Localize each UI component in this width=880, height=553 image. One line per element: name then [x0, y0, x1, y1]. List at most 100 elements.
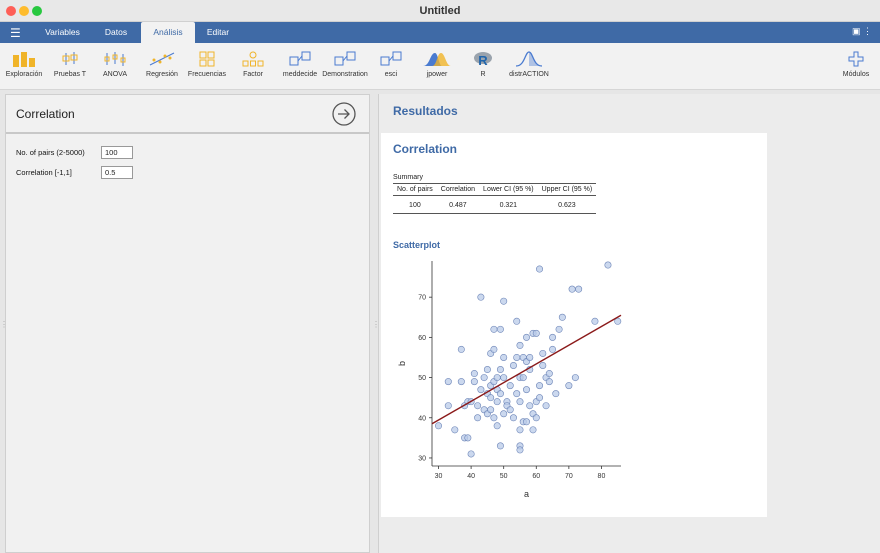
- x-tick-label: 50: [500, 473, 508, 480]
- modules-label: Módulos: [842, 71, 870, 78]
- y-axis-label: b: [397, 361, 407, 366]
- data-point: [549, 333, 557, 341]
- data-point: [490, 345, 498, 353]
- module-icon: [289, 51, 311, 66]
- table-row: 100 0.487 0.321 0.623: [393, 195, 597, 214]
- data-point: [493, 422, 501, 430]
- col-header: Upper CI (95 %): [537, 183, 597, 196]
- toolbar-label: R: [480, 71, 486, 78]
- data-point: [467, 450, 475, 458]
- toolbar-distraction[interactable]: distrACTION: [505, 51, 553, 87]
- toolbar-label: ANOVA: [103, 71, 127, 78]
- anova-icon: [104, 52, 126, 66]
- data-point: [500, 353, 508, 361]
- toolbar-exploration[interactable]: Exploración: [2, 51, 46, 87]
- modules-button[interactable]: Módulos: [838, 51, 874, 87]
- toolbar-label: Pruebas T: [53, 71, 87, 78]
- tab-editar[interactable]: Editar: [196, 22, 240, 43]
- analysis-title: Correlation: [393, 142, 458, 156]
- options-title: Correlation: [16, 107, 75, 121]
- jpower-icon: [423, 53, 451, 66]
- tab-analisis[interactable]: Análisis: [141, 22, 195, 43]
- svg-text:R: R: [478, 53, 488, 67]
- data-point: [500, 297, 508, 305]
- hamburger-menu-icon[interactable]: ☰: [10, 26, 21, 40]
- data-point: [545, 370, 553, 378]
- data-point: [513, 390, 521, 398]
- module-icon: [334, 51, 356, 66]
- results-header: Resultados: [393, 104, 458, 118]
- data-point: [539, 349, 547, 357]
- data-point: [552, 390, 560, 398]
- data-point: [477, 386, 485, 394]
- toolbar-esci[interactable]: esci: [376, 51, 406, 87]
- title-bar: Untitled: [0, 0, 880, 22]
- toolbar-label: Regresión: [146, 71, 178, 78]
- toolbar-ttests[interactable]: Pruebas T: [50, 51, 90, 87]
- pairs-label: No. of pairs (2-5000): [16, 148, 85, 157]
- data-point: [526, 402, 534, 410]
- data-point: [506, 382, 514, 390]
- data-point: [523, 333, 531, 341]
- data-point: [444, 378, 452, 386]
- exploration-icon: [13, 52, 35, 67]
- toolbar-label: Frecuencias: [187, 71, 227, 78]
- data-point: [487, 394, 495, 402]
- toolbar-r[interactable]: R R: [472, 51, 494, 87]
- data-point: [444, 402, 452, 410]
- data-point: [571, 374, 579, 382]
- data-point: [477, 293, 485, 301]
- arrow-right-icon[interactable]: [332, 102, 356, 126]
- col-header: No. of pairs: [393, 183, 437, 196]
- data-point: [435, 422, 443, 430]
- table-cell: 0.487: [436, 195, 480, 214]
- data-point: [480, 374, 488, 382]
- correlation-input[interactable]: 0.5: [101, 166, 133, 179]
- scatterplot-title: Scatterplot: [393, 240, 441, 250]
- data-point: [496, 366, 504, 374]
- data-point: [457, 345, 465, 353]
- window-mode-icon[interactable]: ▣ ⋮: [852, 26, 872, 37]
- data-point: [474, 414, 482, 422]
- tab-variables[interactable]: Variables: [35, 22, 90, 43]
- frequencies-icon: [199, 51, 215, 67]
- tab-datos[interactable]: Datos: [92, 22, 140, 43]
- col-header: Lower CI (95 %): [479, 183, 538, 196]
- data-point: [500, 374, 508, 382]
- toolbar-factor[interactable]: Factor: [236, 51, 270, 87]
- results-output: Correlation Summary No. of pairs Correla…: [381, 133, 767, 517]
- menu-bar: ☰ Variables Datos Análisis Editar ▣ ⋮: [0, 22, 880, 43]
- data-point: [483, 366, 491, 374]
- data-point: [516, 398, 524, 406]
- regression-line: [431, 314, 622, 425]
- data-point: [529, 426, 537, 434]
- data-point: [470, 370, 478, 378]
- toolbar-regression[interactable]: Regresión: [140, 51, 184, 87]
- data-point: [575, 285, 583, 293]
- analysis-toolbar: Exploración Pruebas T ANOVA Regresión Fr…: [0, 43, 880, 90]
- window-title: Untitled: [419, 5, 461, 17]
- x-tick-label: 80: [598, 473, 606, 480]
- left-resize-handle[interactable]: ⋮: [0, 320, 8, 329]
- data-point: [487, 406, 495, 414]
- toolbar-label: Exploración: [5, 71, 43, 78]
- ttest-icon: [62, 52, 78, 65]
- toolbar-frequencies[interactable]: Frecuencias: [185, 51, 229, 87]
- data-point: [490, 414, 498, 422]
- data-point: [532, 329, 540, 337]
- regression-icon: [149, 52, 175, 66]
- data-point: [536, 265, 544, 273]
- x-axis-label: a: [524, 489, 529, 499]
- toolbar-jpower[interactable]: jpower: [420, 51, 454, 87]
- scatterplot-chart: 30 40 50 60 70 80 30 40 50 60 70 a b: [397, 261, 622, 499]
- toolbar-meddecide[interactable]: meddecide: [279, 51, 321, 87]
- plus-icon: [848, 51, 864, 67]
- pairs-input[interactable]: 100: [101, 146, 133, 159]
- data-point: [513, 317, 521, 325]
- data-point: [516, 446, 524, 454]
- data-point: [474, 402, 482, 410]
- toolbar-anova[interactable]: ANOVA: [96, 51, 134, 87]
- table-cell: 100: [393, 195, 437, 214]
- toolbar-demonstration[interactable]: Demonstration: [320, 51, 370, 87]
- data-point: [536, 394, 544, 402]
